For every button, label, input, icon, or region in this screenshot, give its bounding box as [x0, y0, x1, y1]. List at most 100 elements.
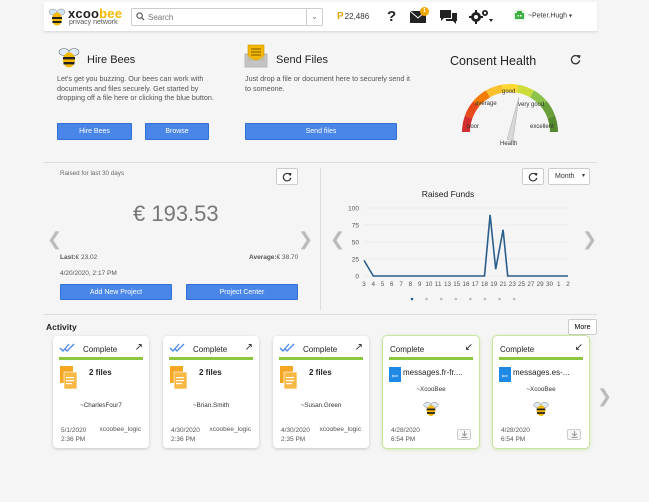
chart-refresh-button[interactable]	[522, 168, 544, 185]
incoming-arrow-icon[interactable]: ↙	[465, 342, 473, 353]
pager-dot	[410, 297, 414, 301]
gauge-label-excellent: excellent	[530, 124, 554, 130]
x-tick-label: 11	[435, 281, 442, 288]
x-tick-label: 19	[490, 281, 498, 288]
chart-next-arrow-icon[interactable]: ❯	[582, 229, 597, 250]
pager-dot	[425, 297, 428, 301]
chat-button[interactable]	[440, 10, 457, 29]
file-owner: ~XcooBee	[526, 386, 556, 393]
status-bar	[59, 357, 143, 360]
section-divider	[44, 162, 597, 163]
open-arrow-icon[interactable]: ↗	[355, 342, 363, 353]
refresh-icon	[282, 172, 292, 182]
pager-dot	[483, 297, 487, 301]
x-tick-label: 18	[481, 281, 489, 288]
gauge-label-very-good: very good	[518, 102, 545, 108]
download-button[interactable]	[457, 429, 471, 440]
x-tick-label: 1	[557, 281, 561, 288]
svg-text:json: json	[501, 374, 509, 378]
hire-bees-button[interactable]: Hire Bees	[57, 123, 132, 140]
file-name: messages.es-...	[513, 368, 570, 377]
download-button[interactable]	[567, 429, 581, 440]
open-arrow-icon[interactable]: ↗	[135, 342, 143, 353]
activity-next-arrow-icon[interactable]: ❯	[597, 386, 612, 407]
consent-health-title: Consent Health	[450, 54, 537, 68]
x-tick-label: 6	[390, 281, 394, 288]
card-date: 4/28/2020 6:54 PM	[501, 427, 530, 443]
incoming-arrow-icon[interactable]: ↙	[575, 342, 583, 353]
card-date: 5/1/2020 2:36 PM	[61, 427, 87, 443]
gears-icon	[469, 10, 493, 24]
card-source: xcoobee_logic	[99, 426, 141, 433]
x-tick-label: 5	[381, 281, 385, 288]
card-source: xcoobee_logic	[209, 426, 251, 433]
pager-dot	[469, 297, 472, 301]
activity-title: Activity	[46, 322, 77, 332]
activity-card[interactable]: ↙ Complete json messages.fr-fr.... ~XcooBee 4…	[383, 336, 479, 448]
help-button[interactable]: ?	[387, 8, 396, 26]
settings-button[interactable]	[469, 8, 493, 29]
activity-divider	[44, 314, 597, 315]
chart-title: Raised Funds	[422, 189, 474, 199]
avatar	[513, 9, 526, 22]
x-tick-label: 29	[537, 281, 545, 288]
next-arrow-icon[interactable]: ❯	[298, 229, 313, 250]
send-files-title: Send Files	[276, 54, 328, 66]
x-tick-label: 21	[500, 281, 508, 288]
raised-refresh-button[interactable]	[276, 168, 298, 185]
gauge-label-poor: poor	[467, 124, 480, 130]
average-value: Average:€ 38.70	[249, 254, 299, 261]
vertical-divider	[320, 168, 321, 310]
x-tick-label: 15	[453, 281, 461, 288]
open-arrow-icon[interactable]: ↗	[245, 342, 253, 353]
more-button[interactable]: More	[568, 319, 597, 335]
gauge-label-health: Health	[500, 141, 518, 147]
mail-button[interactable]: 1	[409, 7, 429, 28]
logo[interactable]: xcoobee privacy network	[48, 5, 128, 29]
prev-arrow-icon[interactable]: ❮	[47, 229, 62, 250]
card-date: 4/30/2020 2:36 PM	[171, 427, 200, 443]
user-menu[interactable]: ~Peter.Hugh ▾	[513, 9, 572, 22]
bee-icon	[58, 48, 80, 68]
json-file-icon: json	[499, 367, 511, 382]
x-tick-label: 3	[362, 281, 366, 288]
activity-card[interactable]: ↗ Complete 2 files ~CharlesFour7 5/1/2020 2:3…	[53, 336, 149, 448]
raised-amount: € 193.53	[133, 201, 219, 226]
top-bar: xcoobee privacy network ⌄ P22,486 ? 1 ~P…	[44, 2, 597, 32]
last-value: Last:€ 23.02	[60, 254, 98, 261]
refresh-icon[interactable]	[570, 54, 581, 65]
browse-button[interactable]: Browse	[145, 123, 209, 140]
activity-card[interactable]: ↙ Complete json messages.es-... ~XcooBee 4/28…	[493, 336, 589, 448]
activity-card[interactable]: ↗ Complete 2 files ~Susan.Green 4/30/2020 2:3…	[273, 336, 369, 448]
card-date: 4/28/2020 6:54 PM	[391, 427, 420, 443]
files-icon	[280, 366, 298, 390]
chevron-down-icon: ⌄	[311, 12, 318, 21]
recipient: ~Susan.Green	[300, 402, 342, 409]
activity-card[interactable]: ↗ Complete 2 files ~Brian.Smith 4/30/2020 2:3…	[163, 336, 259, 448]
status-bar	[169, 357, 253, 360]
pager-dot	[439, 297, 443, 301]
x-tick-label: 4	[372, 281, 376, 288]
help-icon: ?	[387, 8, 397, 25]
download-icon	[571, 431, 578, 438]
search-input[interactable]	[148, 10, 298, 24]
notification-badge: 1	[420, 7, 429, 16]
chat-icon	[440, 10, 457, 24]
x-tick-label: 23	[509, 281, 517, 288]
send-files-button[interactable]: Send files	[245, 123, 397, 140]
files-icon	[60, 366, 78, 390]
y-tick-label: 0	[355, 274, 359, 281]
credits-balance[interactable]: P22,486	[337, 11, 369, 22]
project-center-button[interactable]: Project Center	[186, 284, 298, 300]
period-select-value: Month	[555, 173, 575, 180]
search-dropdown-button[interactable]: ⌄	[306, 9, 322, 25]
add-new-project-button[interactable]: Add New Project	[60, 284, 172, 300]
search-box: ⌄	[131, 8, 323, 26]
raised-funds-chart: Raised Funds 0255075100 3 4 5 6 7 8 9 10 11 13 15 1…	[348, 189, 570, 301]
y-tick-label: 25	[352, 257, 360, 264]
file-count: 2 files	[309, 368, 332, 377]
x-tick-label: 16	[462, 281, 470, 288]
period-select[interactable]: Month ▾	[548, 168, 590, 185]
x-tick-label: 2	[566, 281, 570, 288]
recipient: ~Brian.Smith	[192, 402, 230, 409]
